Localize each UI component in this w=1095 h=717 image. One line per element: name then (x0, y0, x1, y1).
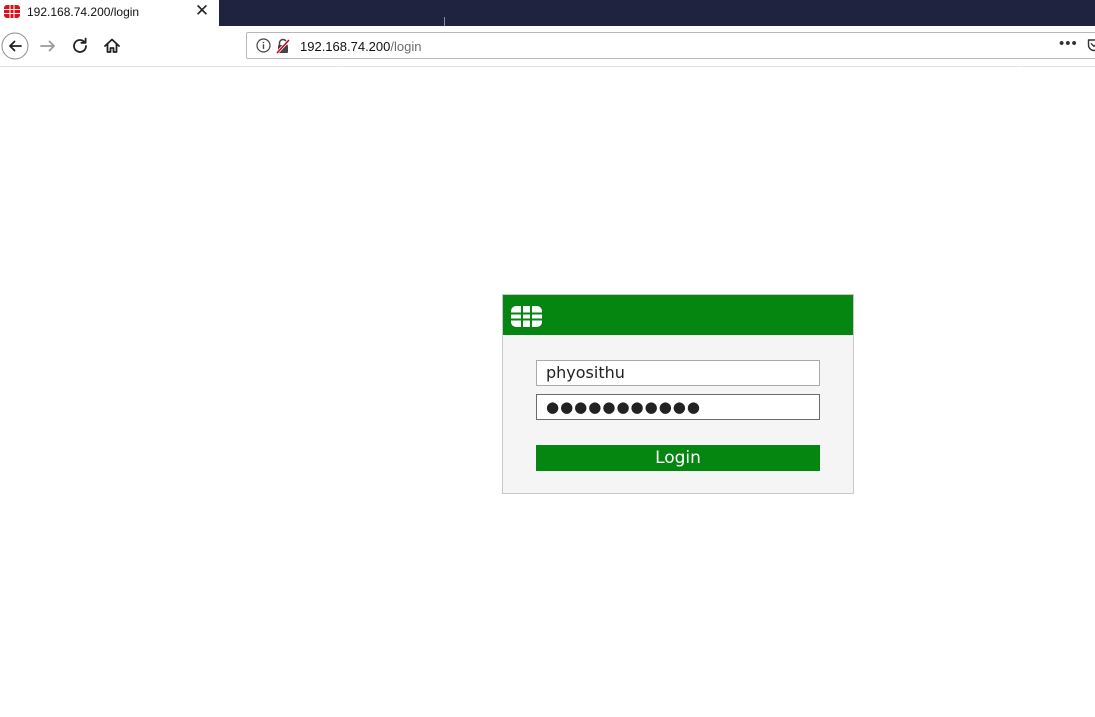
tab-title: 192.168.74.200/login (27, 5, 140, 19)
url-text[interactable]: 192.168.74.200/login (300, 39, 421, 54)
close-icon[interactable]: ✕ (194, 2, 210, 19)
home-icon (104, 38, 120, 53)
fortinet-logo-icon (511, 306, 542, 327)
forward-button[interactable] (35, 32, 63, 60)
password-input[interactable]: ●●●●●●●●●●● (536, 394, 820, 420)
login-header (503, 295, 853, 335)
address-bar[interactable]: 192.168.74.200/login ••• (246, 32, 1095, 59)
username-input[interactable]: phyosithu (536, 360, 820, 386)
forward-arrow-icon (40, 40, 55, 52)
reload-button[interactable] (67, 32, 95, 60)
login-button[interactable]: Login (536, 445, 820, 471)
browser-tab[interactable]: 192.168.74.200/login ✕ (0, 0, 219, 26)
pocket-icon[interactable] (1087, 38, 1095, 53)
url-path: /login (390, 39, 422, 54)
toolbar-shadow-mark (337, 66, 339, 67)
page-actions-button[interactable]: ••• (1059, 35, 1078, 52)
navigation-bar: 192.168.74.200/login ••• (0, 26, 1095, 67)
info-icon[interactable] (256, 38, 271, 53)
insecure-lock-icon[interactable] (275, 38, 291, 54)
home-button[interactable] (98, 32, 126, 60)
tab-strip: 192.168.74.200/login ✕ (0, 0, 1095, 26)
toolbar-shadow-mark (1019, 66, 1021, 67)
back-button[interactable] (1, 32, 29, 60)
login-panel: phyosithu ●●●●●●●●●●● Login (502, 294, 854, 494)
url-host: 192.168.74.200 (300, 39, 391, 54)
reload-icon (73, 37, 87, 53)
back-arrow-icon (1, 32, 29, 60)
tab-divider (444, 17, 445, 26)
fortinet-logo-icon (4, 5, 20, 18)
